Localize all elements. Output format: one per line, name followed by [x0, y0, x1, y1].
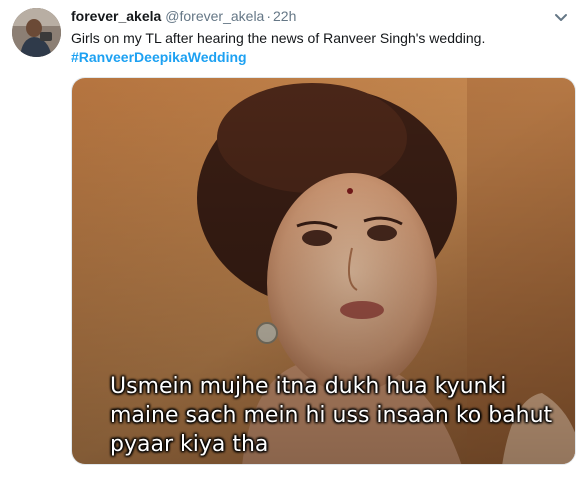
chevron-down-icon[interactable]	[552, 9, 570, 27]
avatar[interactable]	[12, 8, 61, 57]
tweet-text: Girls on my TL after hearing the news of…	[71, 30, 486, 46]
tweet-media-image[interactable]: Usmein mujhe itna dukh hua kyunki maine …	[71, 77, 576, 465]
subtitle-line-2: maine sach mein hi uss insaan ko bahut	[110, 403, 553, 428]
tweet-card[interactable]: forever_akela @forever_akela · 22h Girls on…	[0, 0, 588, 478]
meme-subtitle: Usmein mujhe itna dukh hua kyunki maine …	[110, 372, 570, 459]
subtitle-line-3: pyaar kiya tha	[110, 432, 269, 457]
user-handle[interactable]: @forever_akela	[165, 8, 264, 24]
subtitle-line-1: Usmein mujhe itna dukh hua kyunki	[110, 374, 507, 399]
display-name[interactable]: forever_akela	[71, 8, 161, 24]
tweet-header: forever_akela @forever_akela · 22h	[71, 7, 296, 26]
avatar-photo-icon	[12, 8, 61, 57]
tweet-timestamp[interactable]: 22h	[273, 8, 296, 24]
separator-dot: ·	[266, 8, 272, 24]
hashtag-link[interactable]: #RanveerDeepikaWedding	[71, 48, 247, 67]
